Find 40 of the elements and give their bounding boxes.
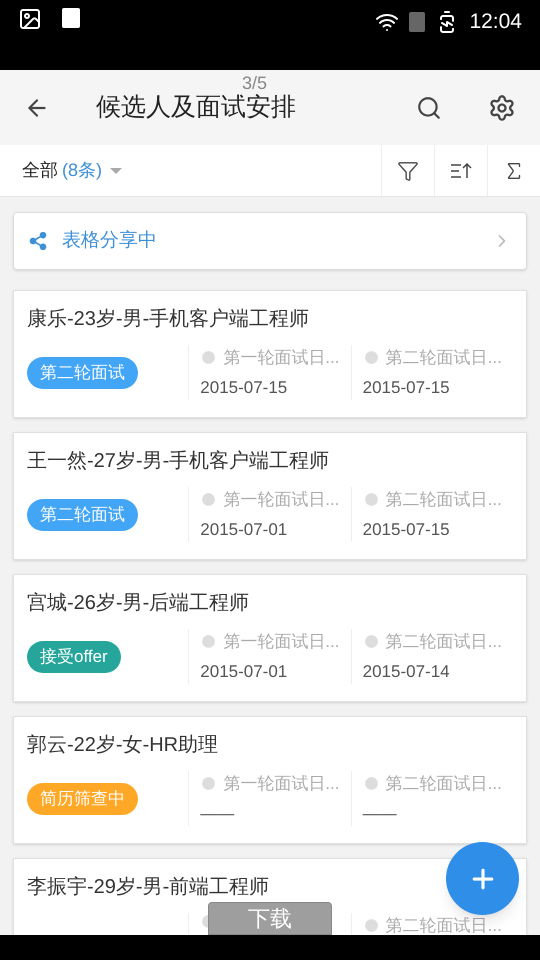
field-label: 第二轮面试日... — [386, 773, 502, 795]
status-badge: 第二轮面试 — [27, 356, 138, 388]
filter-icon — [397, 160, 419, 182]
search-button[interactable] — [416, 94, 442, 120]
field-value: —— — [362, 802, 398, 824]
field-value: 2015-07-01 — [200, 660, 288, 682]
candidate-card[interactable]: 康乐-23岁-男-手机客户端工程师 第二轮面试 第一轮面试日... 2015-07-15 第二轮面试日... 2015-07-15 — [13, 290, 527, 418]
field-label: 第二轮面试日... — [386, 347, 502, 369]
field-value: 2015-07-01 — [200, 518, 288, 540]
settings-button[interactable] — [488, 94, 516, 122]
field-label: 第一轮面试日... — [223, 489, 340, 511]
candidate-title: 李振宇-29岁-男-前端工程师 — [27, 875, 270, 900]
field-value: 2015-07-14 — [362, 660, 451, 682]
candidate-title: 王一然-27岁-男-手机客户端工程师 — [27, 449, 330, 474]
field-value: —— — [200, 802, 236, 824]
status-badge: 接受offer — [27, 640, 121, 672]
clock-time: 12:04 — [469, 9, 522, 35]
field-value: 2015-07-15 — [200, 376, 288, 398]
candidate-card[interactable]: 宫城-26岁-男-后端工程师 接受offer 第一轮面试日... 2015-07-01 第二轮面试日... 2015-07-14 — [13, 574, 527, 702]
field-label: 第二轮面试日... — [386, 489, 502, 511]
status-badge: 简历筛查中 — [27, 782, 138, 814]
field-label: 第一轮面试日... — [223, 631, 340, 653]
field-label: 第一轮面试日... — [223, 347, 340, 369]
view-dropdown[interactable]: 全部 (8条) — [0, 157, 122, 184]
download-toast: 下载 — [208, 902, 332, 935]
status-badge: 第二轮面试 — [27, 498, 138, 530]
candidate-title: 康乐-23岁-男-手机客户端工程师 — [27, 307, 310, 332]
field-label: 第二轮面试日... — [386, 915, 502, 935]
candidate-title: 宫城-26岁-男-后端工程师 — [27, 591, 250, 616]
field-value: 2015-07-15 — [362, 518, 451, 540]
candidate-card[interactable]: 王一然-27岁-男-手机客户端工程师 第二轮面试 第一轮面试日... 2015-07-01 第二轮面试日... 2015-07-15 — [13, 432, 527, 560]
page-title: 候选人及面试安排 — [96, 92, 296, 123]
sort-icon — [450, 160, 472, 180]
field-value: 2015-07-15 — [362, 376, 451, 398]
field-label: 第二轮面试日... — [386, 631, 502, 653]
candidate-title: 郭云-22岁-女-HR助理 — [27, 733, 218, 758]
page-indicator: 3/5 — [242, 72, 268, 94]
image-icon — [18, 7, 42, 31]
field-label: 第一轮面试日... — [223, 773, 340, 795]
candidate-card[interactable]: 郭云-22岁-女-HR助理 简历筛查中 第一轮面试日... —— 第二轮面试日... —— — [13, 716, 527, 844]
